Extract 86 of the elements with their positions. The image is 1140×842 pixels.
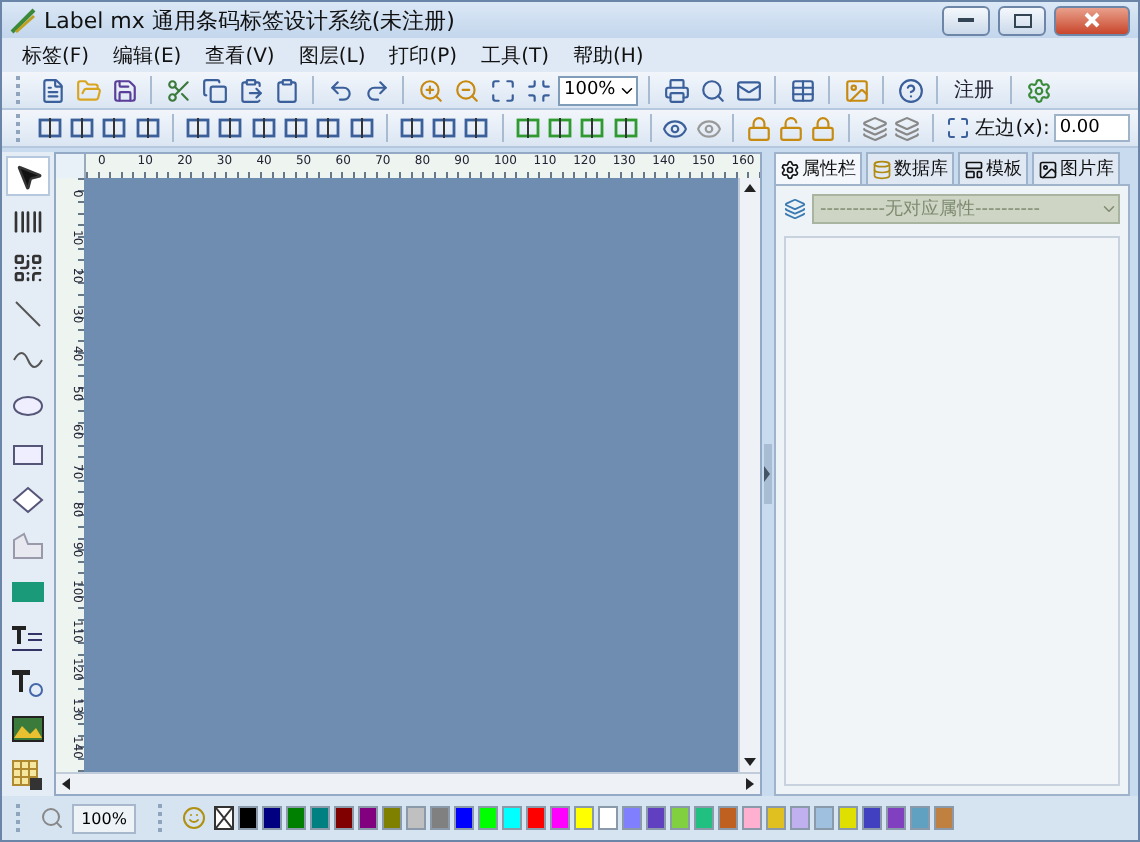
color-swatch[interactable] bbox=[766, 806, 786, 830]
color-swatch[interactable] bbox=[262, 806, 282, 830]
menu-item[interactable]: 工具(T) bbox=[473, 41, 565, 69]
right-arrow-icon[interactable] bbox=[746, 778, 754, 790]
color-swatch[interactable] bbox=[238, 806, 258, 830]
fit-page-icon[interactable] bbox=[486, 74, 518, 106]
table-icon[interactable] bbox=[786, 74, 818, 106]
x-position-label: 左边(x): bbox=[975, 115, 1050, 142]
save-icon[interactable] bbox=[108, 74, 140, 106]
layers-icon bbox=[784, 198, 806, 220]
color-swatch[interactable] bbox=[526, 806, 546, 830]
menu-item[interactable]: 帮助(H) bbox=[564, 41, 660, 69]
window-title: Label mx 通用条码标签设计系统(未注册) bbox=[44, 5, 457, 35]
down-arrow-icon[interactable] bbox=[744, 758, 756, 766]
menu-item[interactable]: 打印(P) bbox=[381, 41, 474, 69]
close-button[interactable] bbox=[1054, 5, 1130, 35]
color-swatch[interactable] bbox=[910, 806, 930, 830]
color-swatch[interactable] bbox=[574, 806, 594, 830]
group-icon[interactable] bbox=[859, 112, 889, 144]
position-icon[interactable] bbox=[942, 112, 972, 144]
left-arrow-icon[interactable] bbox=[62, 778, 70, 790]
color-swatch[interactable] bbox=[718, 806, 738, 830]
copy-icon[interactable] bbox=[198, 74, 230, 106]
minimize-button[interactable] bbox=[942, 5, 990, 35]
color-swatch[interactable] bbox=[430, 806, 450, 830]
splitter-handle-icon[interactable] bbox=[764, 444, 772, 504]
color-swatch[interactable] bbox=[790, 806, 810, 830]
lock-all-icon[interactable] bbox=[809, 112, 839, 144]
color-swatch[interactable] bbox=[862, 806, 882, 830]
color-swatch[interactable] bbox=[406, 806, 426, 830]
panel-tab[interactable]: 数据库 bbox=[866, 152, 954, 184]
no-color-swatch[interactable] bbox=[214, 806, 234, 830]
register-button[interactable]: 注册 bbox=[948, 76, 1000, 104]
print-preview-icon[interactable] bbox=[696, 74, 728, 106]
panel-tab[interactable]: 模板 bbox=[958, 152, 1028, 184]
menu-item[interactable]: 查看(V) bbox=[197, 41, 291, 69]
color-swatch[interactable] bbox=[598, 806, 618, 830]
vertical-scrollbar[interactable] bbox=[738, 178, 760, 772]
menu-item[interactable]: 编辑(E) bbox=[105, 41, 198, 69]
color-swatch[interactable] bbox=[478, 806, 498, 830]
picture-icon[interactable] bbox=[840, 74, 872, 106]
minimize-icon bbox=[958, 17, 974, 23]
help-icon[interactable] bbox=[894, 74, 926, 106]
unlock-icon[interactable] bbox=[776, 112, 806, 144]
maximize-button[interactable] bbox=[998, 5, 1046, 35]
color-swatch[interactable] bbox=[382, 806, 402, 830]
x-position-field[interactable]: 0.00 bbox=[1053, 114, 1130, 142]
maximize-icon bbox=[1013, 13, 1031, 27]
lock-icon[interactable] bbox=[744, 112, 773, 144]
menu-item[interactable]: 标签(F) bbox=[14, 41, 106, 69]
fit-width-icon[interactable] bbox=[522, 74, 554, 106]
panel-tab[interactable]: 属性栏 bbox=[774, 152, 862, 184]
picture-icon bbox=[1038, 159, 1058, 179]
menu-item[interactable]: 图层(L) bbox=[290, 41, 382, 69]
color-swatch[interactable] bbox=[646, 806, 666, 830]
color-swatch[interactable] bbox=[886, 806, 906, 830]
zoom-dropdown[interactable]: 100% bbox=[558, 75, 638, 105]
properties-icon bbox=[780, 159, 800, 179]
color-swatch[interactable] bbox=[454, 806, 474, 830]
up-arrow-icon[interactable] bbox=[744, 184, 756, 192]
color-swatch[interactable] bbox=[742, 806, 762, 830]
panel-tab[interactable]: 图片库 bbox=[1032, 152, 1120, 184]
color-swatch[interactable] bbox=[934, 806, 954, 830]
horizontal-scrollbar[interactable] bbox=[56, 772, 760, 794]
color-swatch[interactable] bbox=[622, 806, 642, 830]
color-swatch[interactable] bbox=[502, 806, 522, 830]
scissors-icon[interactable] bbox=[162, 74, 194, 106]
database-icon bbox=[872, 159, 892, 179]
template-icon bbox=[964, 159, 984, 179]
color-swatch[interactable] bbox=[310, 806, 330, 830]
color-swatch[interactable] bbox=[814, 806, 834, 830]
printer-icon[interactable] bbox=[660, 74, 692, 106]
color-swatch[interactable] bbox=[670, 806, 690, 830]
ungroup-icon[interactable] bbox=[892, 112, 922, 144]
pointer-icon[interactable] bbox=[6, 156, 50, 197]
zoom-level: 100% bbox=[72, 803, 136, 833]
color-swatch[interactable] bbox=[838, 806, 858, 830]
color-swatch[interactable] bbox=[358, 806, 378, 830]
color-swatch[interactable] bbox=[334, 806, 354, 830]
color-swatch[interactable] bbox=[694, 806, 714, 830]
color-swatch[interactable] bbox=[550, 806, 570, 830]
close-icon bbox=[1084, 12, 1100, 28]
zoom-icon[interactable] bbox=[36, 802, 68, 834]
color-swatch[interactable] bbox=[286, 806, 306, 830]
app-logo-icon bbox=[10, 7, 36, 33]
caret-icon bbox=[1100, 200, 1118, 218]
